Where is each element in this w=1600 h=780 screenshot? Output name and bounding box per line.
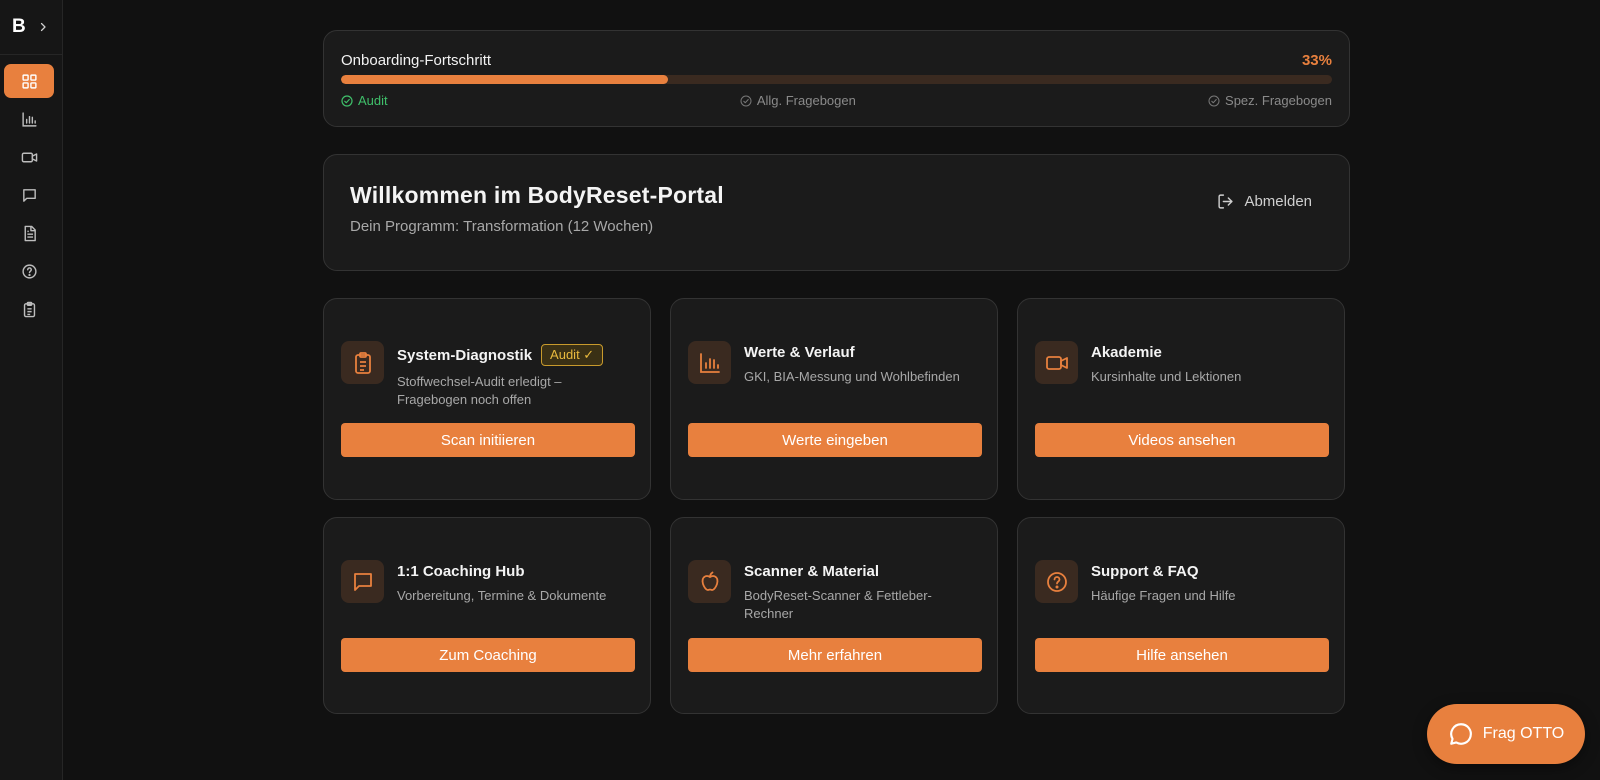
status-badge: Audit ✓ [541, 344, 604, 366]
card-description: BodyReset-Scanner & Fettleber-Rechner [744, 588, 932, 621]
help-icon [1035, 560, 1078, 603]
feature-grid: System-Diagnostik Audit ✓ Stoffwechsel-A… [323, 298, 1350, 714]
welcome-card: Willkommen im BodyReset-Portal Dein Prog… [323, 154, 1350, 271]
sidebar-item-values[interactable] [4, 102, 54, 136]
card-coaching-hub: 1:1 Coaching Hub Vorbereitung, Termine &… [323, 517, 651, 714]
sidebar-item-coaching[interactable] [4, 178, 54, 212]
logout-label: Abmelden [1244, 192, 1312, 210]
sidebar-item-dashboard[interactable] [4, 64, 54, 98]
sidebar-item-support[interactable] [4, 254, 54, 288]
card-title: Werte & Verlauf [744, 344, 855, 361]
card-scanner-material: Scanner & Material BodyReset-Scanner & F… [670, 517, 998, 714]
check-circle-icon [1208, 95, 1220, 106]
chat-bubble-icon [1449, 723, 1472, 745]
chat-icon [22, 188, 36, 202]
onboarding-progress-card: Onboarding-Fortschritt 33% Audit Allg. F… [323, 30, 1350, 127]
program-subtitle: Dein Programm: Transformation (12 Wochen… [350, 218, 654, 235]
sidebar-item-documents[interactable] [4, 216, 54, 250]
bar-chart-icon [21, 111, 37, 127]
card-description: Kursinhalte und Lektionen [1091, 369, 1242, 384]
card-description: Häufige Fragen und Hilfe [1091, 588, 1236, 603]
logout-button[interactable]: Abmelden [1217, 185, 1312, 217]
progress-percent: 33% [1301, 51, 1332, 69]
card-title: Support & FAQ [1091, 563, 1199, 580]
bar-chart-icon [688, 341, 731, 384]
card-description: Stoffwechsel-Audit erledigt – Fragebogen… [397, 374, 562, 407]
progress-title: Onboarding-Fortschritt [341, 51, 492, 69]
coaching-button[interactable]: Zum Coaching [341, 638, 635, 672]
main-content: Onboarding-Fortschritt 33% Audit Allg. F… [323, 30, 1350, 714]
check-circle-icon [740, 95, 752, 106]
logout-icon [1218, 193, 1234, 209]
apple-icon [688, 560, 731, 603]
progress-bar [341, 75, 1332, 84]
card-title: 1:1 Coaching Hub [397, 563, 525, 580]
video-icon [21, 152, 37, 162]
sidebar-nav [0, 55, 62, 326]
card-title: Scanner & Material [744, 563, 880, 580]
check-circle-icon [341, 94, 353, 107]
card-system-diagnostik: System-Diagnostik Audit ✓ Stoffwechsel-A… [323, 298, 651, 500]
grid-icon [21, 73, 37, 89]
logo: B [12, 16, 26, 37]
scan-button[interactable]: Scan initiieren [341, 423, 635, 457]
card-title: Akademie [1091, 344, 1162, 361]
card-akademie: Akademie Kursinhalte und Lektionen Video… [1017, 298, 1345, 500]
enter-values-button[interactable]: Werte eingeben [688, 423, 982, 457]
chat-otto-button[interactable]: Frag OTTO [1427, 704, 1585, 764]
card-support-faq: Support & FAQ Häufige Fragen und Hilfe H… [1017, 517, 1345, 714]
card-description: Vorbereitung, Termine & Dokumente [397, 588, 607, 603]
chevron-right-icon[interactable] [36, 20, 50, 34]
progress-steps: Audit Allg. Fragebogen Spez. Fragebogen [341, 93, 1332, 108]
card-werte-verlauf: Werte & Verlauf GKI, BIA-Messung und Woh… [670, 298, 998, 500]
video-icon [1035, 341, 1078, 384]
progress-step-general: Allg. Fragebogen [740, 93, 856, 108]
clipboard-icon [341, 341, 384, 384]
sidebar-header: B [0, 0, 62, 55]
progress-step-label: Spez. Fragebogen [1225, 93, 1332, 108]
document-icon [24, 225, 36, 241]
help-icon [21, 263, 37, 279]
page-title: Willkommen im BodyReset-Portal [350, 182, 724, 208]
progress-step-audit: Audit [341, 93, 388, 108]
progress-step-specific: Spez. Fragebogen [1208, 93, 1332, 108]
progress-step-label: Allg. Fragebogen [756, 93, 856, 108]
card-description: GKI, BIA-Messung und Wohlbefinden [744, 369, 960, 384]
sidebar: B [0, 0, 63, 780]
learn-more-button[interactable]: Mehr erfahren [688, 638, 982, 672]
chat-label: Frag OTTO [1482, 725, 1565, 742]
clipboard-icon [23, 301, 35, 317]
watch-videos-button[interactable]: Videos ansehen [1035, 423, 1329, 457]
progress-step-label: Audit [358, 93, 388, 108]
chat-icon [341, 560, 384, 603]
sidebar-item-questionnaire[interactable] [4, 292, 54, 326]
card-title: System-Diagnostik [397, 346, 533, 364]
progress-bar-fill [341, 75, 669, 84]
sidebar-item-academy[interactable] [4, 140, 54, 174]
view-help-button[interactable]: Hilfe ansehen [1035, 638, 1329, 672]
